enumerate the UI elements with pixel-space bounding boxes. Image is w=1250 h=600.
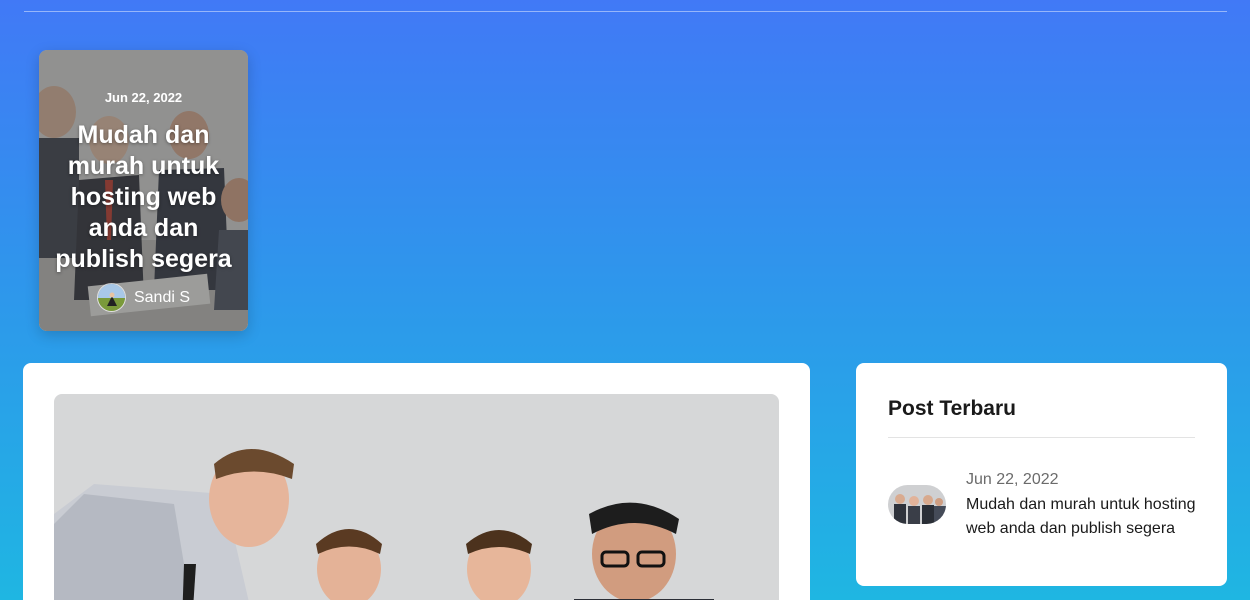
header-divider	[24, 11, 1227, 12]
author-name: Sandi S	[133, 288, 191, 306]
recent-post-thumbnail[interactable]	[888, 485, 946, 524]
recent-post-date: Jun 22, 2022	[966, 471, 1059, 488]
featured-post-date: Jun 22, 2022	[104, 90, 183, 105]
featured-post-card[interactable]: Jun 22, 2022 Mudah dan murah untuk hosti…	[39, 50, 248, 331]
featured-post-title[interactable]: Mudah dan murah untuk hosting web anda d…	[51, 120, 236, 275]
main-post-card	[23, 363, 810, 600]
main-post-image	[54, 394, 779, 600]
author-avatar	[96, 283, 126, 312]
featured-post-author[interactable]: Sandi S	[39, 283, 248, 312]
recent-post-title[interactable]: Mudah dan murah untuk hosting web anda d…	[966, 493, 1206, 541]
recent-posts-widget: Post Terbaru Jun 22, 2022 Mudah dan mura…	[856, 363, 1227, 586]
recent-posts-divider	[888, 437, 1195, 438]
recent-posts-heading: Post Terbaru	[888, 397, 1016, 420]
